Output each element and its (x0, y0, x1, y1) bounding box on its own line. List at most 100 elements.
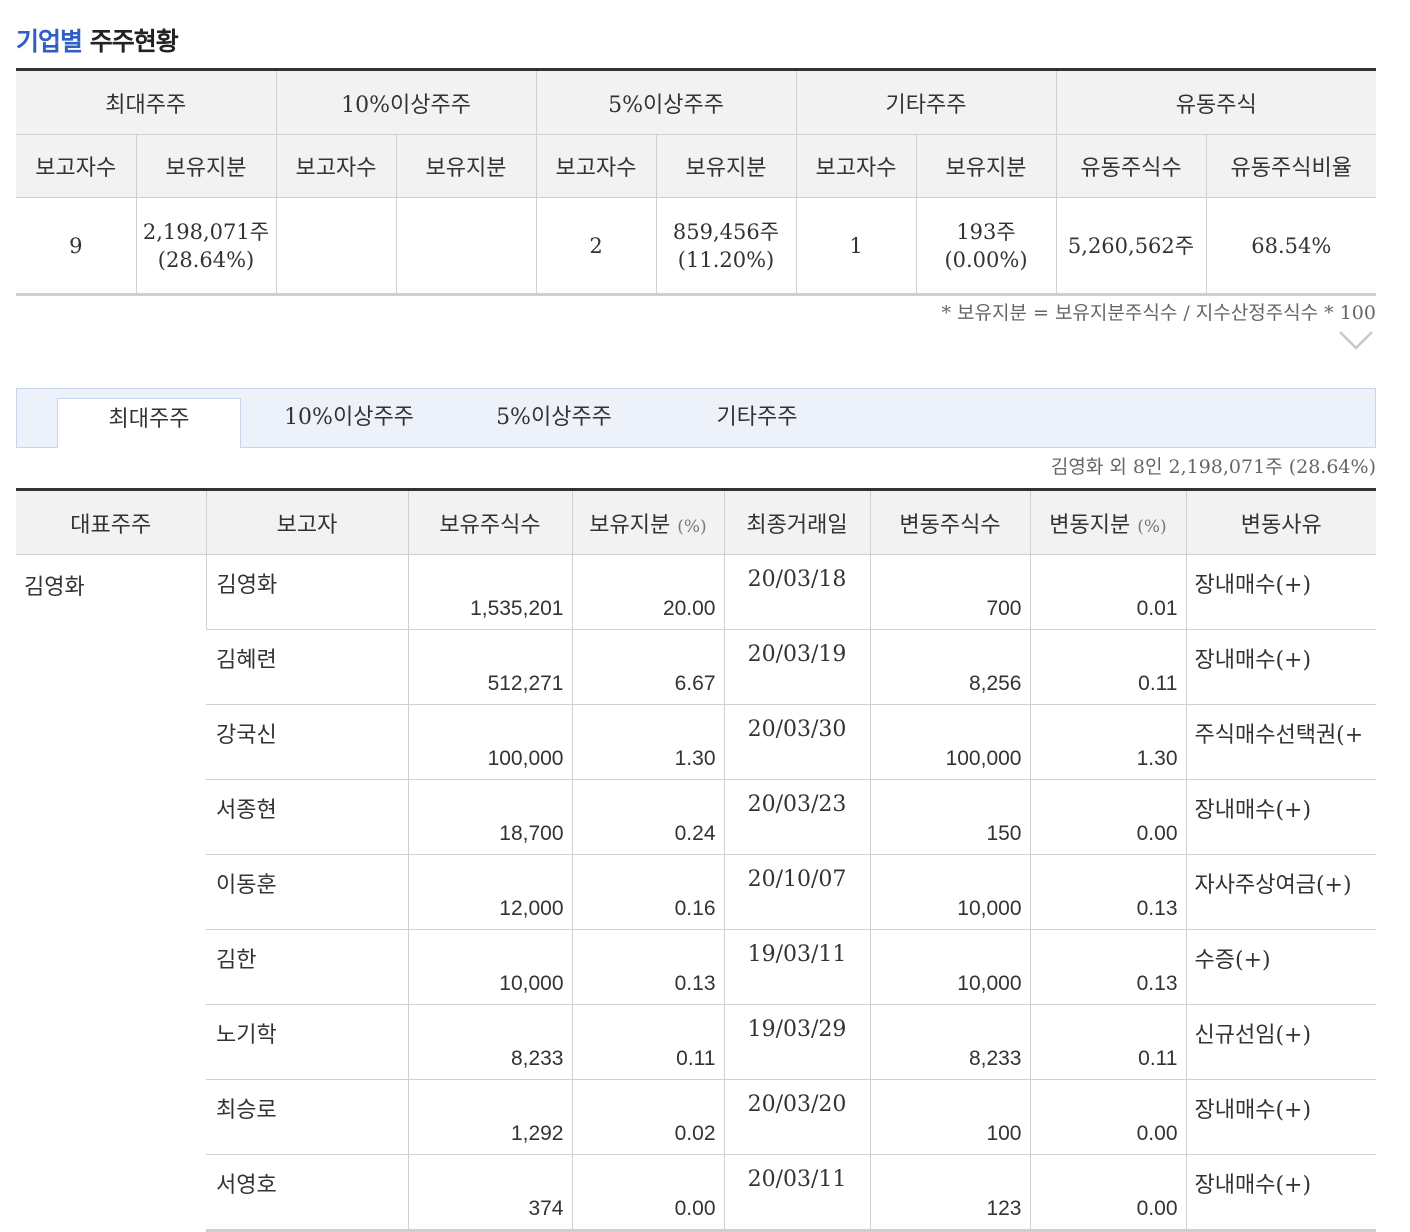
last-trade-date: 20/03/18 (723, 554, 870, 630)
shares-held: 12,000 (407, 854, 572, 930)
shareholder-summary-table: 최대주주 10%이상주주 5%이상주주 기타주주 유동주식 보고자수 보유지분 … (16, 68, 1377, 296)
tab-10pct-shareholder[interactable]: 10%이상주주 (269, 389, 429, 447)
last-trade-date: 19/03/11 (723, 929, 870, 1005)
summary-value: 68.54% (1205, 197, 1377, 296)
change-reason: 주식매수선택권(+ (1185, 704, 1376, 780)
summary-group-header: 유동주식 (1055, 69, 1377, 135)
shareholder-detail-table: 대표주주 보고자 보유주식수 보유지분 (%) 최종거래일 변동주식수 변동지분… (16, 488, 1376, 1232)
shares-held: 10,000 (407, 929, 572, 1005)
table-row: 서영호 374 0.00 20/03/11 123 0.00 장내매수(+) (16, 1154, 1376, 1232)
shares-held: 374 (407, 1154, 572, 1232)
summary-value: 2 (535, 197, 657, 296)
representative-name: 김영화 (24, 575, 85, 600)
tab-largest-shareholder[interactable]: 최대주주 (57, 398, 241, 449)
table-row: 강국신 100,000 1.30 20/03/30 100,000 1.30 주… (16, 704, 1376, 780)
summary-subheader: 보고자수 (16, 134, 136, 198)
table-row: 김한 10,000 0.13 19/03/11 10,000 0.13 수증(+… (16, 929, 1376, 1005)
change-reason: 장내매수(+) (1185, 629, 1376, 705)
summary-value: 1 (795, 197, 917, 296)
table-row: 김영화 김영화 1,535,201 20.00 20/03/18 700 0.0… (16, 554, 1376, 630)
change-reason: 신규선임(+) (1185, 1004, 1376, 1080)
header-change-stake-label: 변동지분 (1049, 512, 1131, 538)
header-stake-unit: (%) (677, 516, 707, 537)
header-change-stake-unit: (%) (1137, 516, 1167, 537)
table-row: 노기학 8,233 0.11 19/03/29 8,233 0.11 신규선임(… (16, 1004, 1376, 1080)
summary-value: 5,260,562주 (1055, 197, 1207, 296)
table-row: 최승로 1,292 0.02 20/03/20 100 0.00 장내매수(+) (16, 1079, 1376, 1155)
shares-held: 8,233 (407, 1004, 572, 1080)
stake-percent: 0.16 (571, 854, 724, 930)
shares-held: 18,700 (407, 779, 572, 855)
stake-percent: 0.11 (571, 1004, 724, 1080)
stake-percent: 0.00 (571, 1154, 724, 1232)
section-title: 기업별 주주현황 (16, 22, 179, 58)
summary-subheader: 보고자수 (535, 134, 657, 198)
tab-5pct-shareholder[interactable]: 5%이상주주 (479, 389, 629, 447)
change-reason: 장내매수(+) (1185, 554, 1376, 630)
summary-subheader: 보고자수 (275, 134, 396, 198)
last-trade-date: 20/03/23 (723, 779, 870, 855)
summary-value (395, 197, 537, 296)
chevron-down-icon[interactable] (1338, 328, 1374, 352)
change-shares: 8,256 (869, 629, 1030, 705)
header-last-trade-date: 최종거래일 (723, 489, 870, 555)
change-reason: 수증(+) (1185, 929, 1376, 1005)
summary-value: 859,456주 (11.20%) (655, 197, 797, 296)
shares-held: 1,535,201 (407, 554, 572, 630)
shareholder-type-tabs: 최대주주 10%이상주주 5%이상주주 기타주주 (16, 388, 1376, 449)
summary-subheader: 보고자수 (795, 134, 917, 198)
summary-subheader: 보유지분 (915, 134, 1057, 198)
table-row: 이동훈 12,000 0.16 20/10/07 10,000 0.13 자사주… (16, 854, 1376, 930)
reporter-name: 노기학 (206, 1004, 408, 1080)
reporter-name: 이동훈 (206, 854, 408, 930)
summary-value: 2,198,071주 (28.64%) (135, 197, 276, 296)
last-trade-date: 19/03/29 (723, 1004, 870, 1080)
summary-subheader: 유동주식수 (1055, 134, 1207, 198)
reporter-name: 서영호 (206, 1154, 408, 1232)
title-accent: 기업별 (16, 27, 83, 56)
reporter-name: 김한 (206, 929, 408, 1005)
last-trade-date: 20/03/20 (723, 1079, 870, 1155)
change-stake: 0.00 (1029, 1154, 1186, 1232)
header-stake-label: 보유지분 (589, 512, 671, 538)
holder-summary: 김영화 외 8인 2,198,071주 (28.64%) (1050, 456, 1376, 478)
change-reason: 장내매수(+) (1185, 1154, 1376, 1232)
header-change-reason: 변동사유 (1185, 489, 1376, 555)
reporter-name: 김영화 (205, 554, 408, 630)
change-reason: 자사주상여금(+) (1185, 854, 1376, 930)
change-shares: 10,000 (869, 854, 1030, 930)
change-shares: 8,233 (869, 1004, 1030, 1080)
summary-subheader: 유동주식비율 (1205, 134, 1377, 198)
stake-percent: 0.02 (571, 1079, 724, 1155)
reporter-name: 최승로 (206, 1079, 408, 1155)
stake-percent: 6.67 (571, 629, 724, 705)
change-stake: 1.30 (1029, 704, 1186, 780)
change-shares: 100 (869, 1079, 1030, 1155)
title-rest: 주주현황 (82, 27, 179, 56)
summary-value: 193주 (0.00%) (915, 197, 1057, 296)
change-stake: 0.13 (1029, 929, 1186, 1005)
header-change-shares: 변동주식수 (869, 489, 1030, 555)
header-change-stake: 변동지분 (%) (1029, 489, 1186, 555)
summary-subheader: 보유지분 (395, 134, 537, 198)
change-stake: 0.11 (1029, 1004, 1186, 1080)
stake-percent: 0.13 (571, 929, 724, 1005)
change-stake: 0.01 (1029, 554, 1186, 630)
stake-percent: 1.30 (571, 704, 724, 780)
table-row: 서종현 18,700 0.24 20/03/23 150 0.00 장내매수(+… (16, 779, 1376, 855)
table-row: 김혜련 512,271 6.67 20/03/19 8,256 0.11 장내매… (16, 629, 1376, 705)
change-shares: 150 (869, 779, 1030, 855)
summary-subheader: 보유지분 (655, 134, 797, 198)
stake-formula-note: * 보유지분 = 보유지분주식수 / 지수산정주식수 * 100 (941, 302, 1376, 324)
last-trade-date: 20/03/30 (723, 704, 870, 780)
reporter-name: 강국신 (206, 704, 408, 780)
header-representative: 대표주주 (16, 489, 206, 555)
summary-group-header: 5%이상주주 (535, 69, 797, 135)
summary-group-header: 10%이상주주 (275, 69, 537, 135)
change-shares: 700 (869, 554, 1030, 630)
summary-value: 9 (16, 197, 136, 296)
change-shares: 123 (869, 1154, 1030, 1232)
header-shares: 보유주식수 (407, 489, 572, 555)
tab-other-shareholder[interactable]: 기타주주 (697, 389, 817, 447)
header-stake: 보유지분 (%) (571, 489, 724, 555)
